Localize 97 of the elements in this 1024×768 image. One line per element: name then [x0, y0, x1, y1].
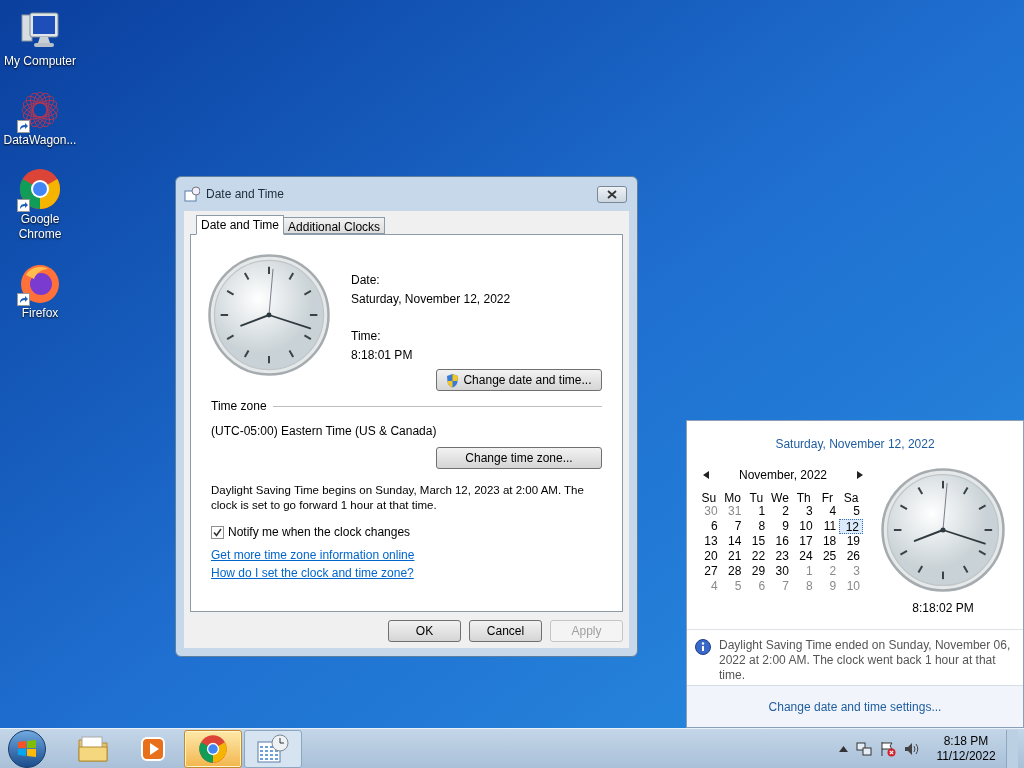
- media-player-icon: [139, 734, 167, 763]
- calendar-day[interactable]: 10: [791, 519, 816, 534]
- calendar-day[interactable]: 24: [791, 549, 816, 564]
- calendar-day[interactable]: 14: [720, 534, 745, 549]
- weekday-header: Fr: [820, 490, 835, 504]
- dst-info-text: Daylight Saving Time ended on Sunday, November 06, 2022 at 2:00 AM. The clock went back 1 hour at that time.: [719, 638, 1012, 683]
- calendar-day[interactable]: 17: [791, 534, 816, 549]
- calendar-day[interactable]: 13: [697, 534, 721, 549]
- close-icon: [607, 189, 617, 199]
- desktop-icon-label[interactable]: My Computer: [1, 54, 79, 69]
- weekday-header: Sa: [842, 490, 860, 504]
- flyout-time: 8:18:02 PM: [912, 600, 974, 617]
- network-icon[interactable]: [856, 740, 872, 757]
- calendar-day[interactable]: 8: [791, 579, 816, 594]
- checkbox-label: Notify me when the clock changes: [228, 525, 411, 540]
- calendar-day[interactable]: 9: [768, 519, 792, 534]
- time-zone-value: (UTC-05:00) Eastern Time (US & Canada): [211, 424, 438, 439]
- desktop-icon-label[interactable]: DataWagon...: [1, 133, 79, 148]
- help-link[interactable]: Get more time zone information online: [211, 548, 415, 563]
- calendar-day[interactable]: 26: [839, 549, 863, 564]
- calendar-day[interactable]: 30: [697, 504, 721, 519]
- calendar-day[interactable]: 31: [720, 504, 745, 519]
- calendar-day[interactable]: 6: [697, 519, 721, 534]
- taskbar-app-button[interactable]: [184, 729, 242, 768]
- desktop-icon-label[interactable]: Firefox: [1, 306, 79, 321]
- calendar-day[interactable]: 21: [720, 549, 745, 564]
- weekday-header: We: [770, 490, 790, 504]
- calendar-day[interactable]: 3: [791, 504, 816, 519]
- weekday-header: Mo: [723, 490, 742, 504]
- calendar-day[interactable]: 9: [815, 579, 840, 594]
- network-mesh-icon: [18, 88, 62, 132]
- calendar-day[interactable]: 11: [815, 519, 840, 534]
- shield-icon: [446, 372, 460, 388]
- calendar-day[interactable]: 22: [744, 549, 769, 564]
- calendar-day[interactable]: 12: [839, 519, 863, 534]
- weekday-header: Su: [700, 490, 718, 504]
- shortcut-arrow-icon: [17, 199, 30, 212]
- calendar-clock-icon: [256, 733, 290, 764]
- calendar-day[interactable]: 10: [839, 579, 863, 594]
- change-time-zone-button[interactable]: Change time zone...: [436, 447, 602, 469]
- flyout-date-heading[interactable]: Saturday, November 12, 2022: [687, 435, 1023, 453]
- close-button[interactable]: [597, 185, 627, 203]
- calendar-day[interactable]: 2: [815, 564, 840, 579]
- calendar-day[interactable]: 4: [697, 579, 721, 594]
- checkbox[interactable]: [211, 526, 224, 539]
- calendar-day[interactable]: 3: [839, 564, 863, 579]
- calendar-clock-icon: [184, 186, 200, 202]
- dialog-button[interactable]: Cancel: [469, 620, 542, 642]
- calendar-day[interactable]: 15: [744, 534, 769, 549]
- calendar-day[interactable]: 29: [744, 564, 769, 579]
- calendar-day[interactable]: 19: [839, 534, 863, 549]
- tab[interactable]: Additional Clocks: [284, 217, 386, 234]
- folder-icon: [77, 734, 109, 763]
- calendar-day[interactable]: 7: [720, 519, 745, 534]
- time-value: 8:18:01 PM: [351, 348, 414, 363]
- calendar-day[interactable]: 1: [744, 504, 769, 519]
- calendar-day[interactable]: 5: [839, 504, 863, 519]
- chrome-logo-icon: [18, 167, 62, 211]
- section-heading: Time zone: [211, 399, 267, 414]
- help-link[interactable]: How do I set the clock and time zone?: [211, 566, 414, 581]
- calendar-day[interactable]: 2: [768, 504, 792, 519]
- start-button[interactable]: [8, 729, 46, 768]
- taskbar-app-button[interactable]: [244, 729, 302, 768]
- shortcut-arrow-icon: [17, 293, 30, 306]
- dst-note: Daylight Saving Time begins on Sunday, March 12, 2023 at 2:00 AM. The clock is set to go forward 1 hour at that time.: [211, 483, 585, 513]
- desktop-icon-label[interactable]: Google Chrome: [1, 212, 79, 242]
- tray-clock[interactable]: 8:18 PM 11/12/2022: [934, 733, 998, 764]
- month-title[interactable]: November, 2022: [738, 466, 828, 484]
- date-label: Date:: [351, 273, 381, 288]
- show-hidden-icons-icon[interactable]: [839, 745, 848, 752]
- previous-month-icon[interactable]: [703, 471, 709, 479]
- calendar-day[interactable]: 4: [815, 504, 840, 519]
- window-title: Date and Time: [206, 186, 285, 203]
- calendar-day[interactable]: 25: [815, 549, 840, 564]
- next-month-icon[interactable]: [857, 471, 863, 479]
- calendar-day[interactable]: 1: [791, 564, 816, 579]
- tab[interactable]: Date and Time: [196, 215, 285, 235]
- shortcut-arrow-icon: [17, 120, 30, 133]
- calendar-day[interactable]: 6: [744, 579, 769, 594]
- chrome-logo-icon: [198, 733, 228, 764]
- calendar-day[interactable]: 28: [720, 564, 745, 579]
- calendar-day[interactable]: 20: [697, 549, 721, 564]
- windows-logo-icon: [17, 739, 37, 758]
- time-label: Time:: [351, 329, 382, 344]
- change-date-time-button[interactable]: Change date and time...: [436, 369, 602, 391]
- dialog-button[interactable]: OK: [388, 620, 461, 642]
- date-value: Saturday, November 12, 2022: [351, 292, 512, 307]
- calendar-day[interactable]: 16: [768, 534, 792, 549]
- calendar-day[interactable]: 27: [697, 564, 721, 579]
- calendar-day[interactable]: 18: [815, 534, 840, 549]
- calendar-day[interactable]: 30: [768, 564, 792, 579]
- flag-warning-icon[interactable]: [880, 740, 896, 757]
- weekday-header: Th: [795, 490, 812, 504]
- weekday-header: Tu: [748, 490, 765, 504]
- info-icon: [695, 639, 711, 655]
- calendar-day[interactable]: 8: [744, 519, 769, 534]
- calendar-day[interactable]: 23: [768, 549, 792, 564]
